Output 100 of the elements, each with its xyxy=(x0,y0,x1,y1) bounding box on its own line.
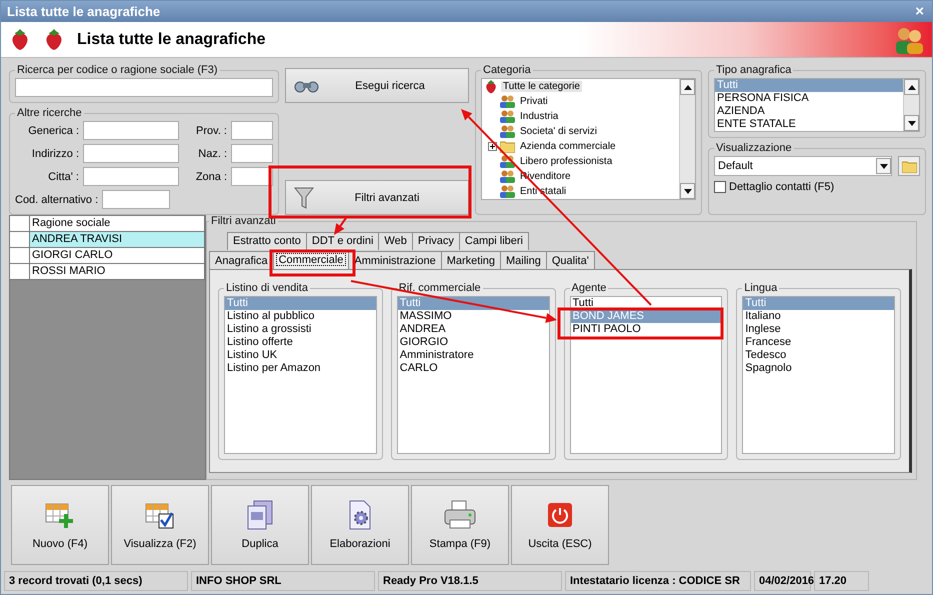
row-header[interactable] xyxy=(10,248,30,264)
list-item[interactable]: Listino al pubblico xyxy=(225,310,376,323)
power-icon xyxy=(545,500,575,530)
scrollbar[interactable] xyxy=(679,79,695,199)
down-arrow-icon xyxy=(880,164,888,168)
list-item[interactable]: Spagnolo xyxy=(743,362,894,375)
scrollbar[interactable] xyxy=(903,79,919,131)
status-text: Ready Pro V18.1.5 xyxy=(378,571,562,591)
input-field[interactable] xyxy=(231,121,273,140)
tree-item[interactable]: Industria xyxy=(518,111,560,122)
tab[interactable]: Amministrazione xyxy=(348,251,442,269)
status-text: 17.20 xyxy=(814,571,869,591)
group-title: Agente xyxy=(570,282,608,294)
printer-icon xyxy=(443,500,477,530)
status-text: 3 record trovati (0,1 secs) xyxy=(4,571,188,591)
toolbar-button[interactable]: Nuovo (F4) xyxy=(11,485,109,565)
input-field[interactable] xyxy=(231,144,273,163)
column-header: Ragione sociale xyxy=(30,216,205,232)
tab[interactable]: Mailing xyxy=(500,251,547,269)
funnel-icon xyxy=(294,186,314,210)
toolbar-button[interactable]: Visualizza (F2) xyxy=(111,485,209,565)
people-icon xyxy=(500,110,515,123)
folder-icon xyxy=(500,140,515,153)
toolbar-button[interactable]: Stampa (F9) xyxy=(411,485,509,565)
field-label: Generica : xyxy=(27,124,79,136)
field-label: Indirizzo : xyxy=(30,148,79,160)
toolbar-button[interactable]: Duplica xyxy=(211,485,309,565)
input-field[interactable] xyxy=(83,144,179,163)
group-title: Categoria xyxy=(482,64,532,76)
list-item[interactable]: ENTE STATALE xyxy=(715,118,903,131)
tab[interactable]: Campi liberi xyxy=(458,232,529,250)
group-title: Lingua xyxy=(743,282,778,294)
page-title: Lista tutte le anagrafiche xyxy=(77,30,266,48)
search-button[interactable]: Esegui ricerca xyxy=(285,68,469,103)
input-field[interactable] xyxy=(83,121,179,140)
filter-button[interactable]: Filtri avanzati xyxy=(285,180,469,215)
status-text: 04/02/2016 xyxy=(754,571,811,591)
people-icon xyxy=(500,170,515,183)
group-title: Visualizzazione xyxy=(715,142,793,154)
list-item[interactable]: PERSONA FISICA xyxy=(715,92,903,105)
table-cell[interactable]: ANDREA TRAVISI xyxy=(30,232,205,248)
tab[interactable]: DDT e ordini xyxy=(306,232,380,250)
table-cell[interactable]: GIORGI CARLO xyxy=(30,248,205,264)
list-item[interactable]: MASSIMO xyxy=(398,310,548,323)
field-label: Cod. alternativo : xyxy=(15,194,98,206)
table-cell[interactable]: ROSSI MARIO xyxy=(30,264,205,280)
status-text: Intestatario licenza : CODICE SR xyxy=(565,571,751,591)
status-text: INFO SHOP SRL xyxy=(191,571,375,591)
down-arrow-icon xyxy=(908,120,916,126)
group-title: Tipo anagrafica xyxy=(715,64,792,76)
list-item[interactable]: ANDREA xyxy=(398,323,548,336)
annotation-arrow xyxy=(334,217,347,235)
field-label: Citta' : xyxy=(47,170,79,182)
list-item[interactable]: Listino a grossisti xyxy=(225,323,376,336)
input-field[interactable] xyxy=(231,167,273,186)
tab[interactable]: Qualita' xyxy=(546,251,595,269)
field-label: Prov. : xyxy=(195,124,227,136)
list-item[interactable]: Amministratore xyxy=(398,349,548,362)
group-title: Filtri avanzati xyxy=(210,215,277,227)
tree-item[interactable]: Azienda commerciale xyxy=(518,141,618,152)
tab[interactable]: Estratto conto xyxy=(227,232,307,250)
up-arrow-icon xyxy=(684,84,692,90)
toolbar-button[interactable]: Uscita (ESC) xyxy=(511,485,609,565)
row-header[interactable] xyxy=(10,232,30,248)
folder-button[interactable] xyxy=(898,156,920,176)
list-item[interactable]: PINTI PAOLO xyxy=(570,323,722,336)
search-field[interactable] xyxy=(15,78,273,97)
tree-item[interactable]: Privati xyxy=(518,96,550,107)
list-item[interactable]: GIORGIO xyxy=(398,336,548,349)
folder-icon xyxy=(902,160,916,172)
people-icon xyxy=(500,125,515,138)
list-item[interactable]: Inglese xyxy=(743,323,894,336)
list-item[interactable]: AZIENDA xyxy=(715,105,903,118)
people-icon xyxy=(500,155,515,168)
list-item[interactable]: Listino UK xyxy=(225,349,376,362)
tree-item[interactable]: Societa' di servizi xyxy=(518,126,599,137)
list-item[interactable]: CARLO xyxy=(398,362,548,375)
tree-item[interactable]: Tutte le categorie xyxy=(501,81,582,92)
list-item[interactable]: Listino offerte xyxy=(225,336,376,349)
row-header[interactable] xyxy=(10,264,30,280)
checkbox[interactable] xyxy=(714,181,726,193)
tab[interactable]: Privacy xyxy=(412,232,460,250)
people-icon xyxy=(500,185,515,198)
down-arrow-icon xyxy=(684,188,692,194)
field-label: Zona : xyxy=(194,170,227,182)
list-item[interactable]: Listino per Amazon xyxy=(225,362,376,375)
list-item[interactable]: Tutti xyxy=(570,297,722,310)
tree-item[interactable]: Libero professionista xyxy=(518,156,614,167)
input-field[interactable] xyxy=(102,190,170,209)
list-item[interactable]: Francese xyxy=(743,336,894,349)
tab[interactable]: Web xyxy=(378,232,413,250)
people-icon xyxy=(894,26,924,54)
tab[interactable]: Marketing xyxy=(440,251,501,269)
input-field[interactable] xyxy=(83,167,179,186)
tab[interactable]: Anagrafica xyxy=(209,251,274,269)
list-item[interactable]: Tedesco xyxy=(743,349,894,362)
toolbar-button[interactable]: Elaborazioni xyxy=(311,485,409,565)
view-dropdown[interactable]: Default xyxy=(714,156,892,176)
list-item[interactable]: Italiano xyxy=(743,310,894,323)
checkbox-label: Dettaglio contatti (F5) xyxy=(729,181,834,193)
